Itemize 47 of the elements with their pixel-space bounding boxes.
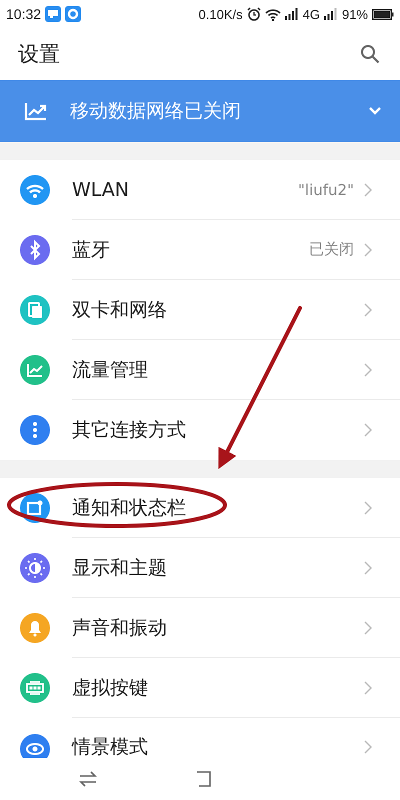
chevron-right-icon — [364, 302, 372, 316]
chevron-right-icon — [364, 740, 372, 754]
item-label: 双卡和网络 — [72, 298, 167, 322]
page-title: 设置 — [18, 41, 60, 68]
item-label: 通知和状态栏 — [72, 496, 186, 520]
chevron-right-icon — [364, 423, 372, 437]
chevron-right-icon — [364, 620, 372, 634]
clock-time: 10:32 — [6, 6, 42, 22]
settings-item[interactable]: WLAN "liufu2" — [0, 160, 400, 220]
battery-icon — [372, 8, 394, 20]
item-label: 情景模式 — [72, 735, 148, 758]
network-type: 4G — [302, 6, 320, 22]
item-label: WLAN — [72, 178, 130, 200]
settings-item[interactable]: 虚拟按键 — [0, 658, 400, 718]
chevron-right-icon — [364, 500, 372, 514]
signal-icon — [324, 8, 338, 20]
settings-item[interactable]: 通知和状态栏 — [0, 478, 400, 538]
network-speed: 0.10K/s — [198, 6, 243, 22]
battery-percent: 91% — [342, 6, 368, 22]
item-value: 已关闭 — [309, 240, 354, 259]
chevron-right-icon — [364, 242, 372, 256]
settings-item[interactable]: 声音和振动 — [0, 598, 400, 658]
item-label: 显示和主题 — [72, 556, 167, 580]
item-label: 声音和振动 — [72, 616, 167, 640]
signal-icon — [284, 8, 299, 20]
settings-item[interactable]: 情景模式 — [0, 718, 400, 758]
chevron-right-icon — [364, 560, 372, 574]
message-icon — [45, 6, 62, 22]
settings-item[interactable]: 流量管理 — [0, 340, 400, 400]
alarm-icon — [246, 7, 261, 21]
ring-app-icon — [65, 6, 82, 22]
settings-item[interactable]: 其它连接方式 — [0, 400, 400, 460]
chevron-right-icon — [364, 182, 372, 196]
wifi-icon — [264, 8, 281, 20]
item-label: 其它连接方式 — [72, 418, 186, 443]
settings-item[interactable]: 双卡和网络 — [0, 280, 400, 340]
settings-item[interactable]: 蓝牙 已关闭 — [0, 220, 400, 280]
banner-text: 移动数据网络已关闭 — [70, 99, 242, 124]
chart-icon — [24, 101, 48, 121]
chevron-right-icon — [364, 680, 372, 694]
settings-item[interactable]: 显示和主题 — [0, 538, 400, 598]
item-label: 蓝牙 — [72, 238, 110, 262]
item-value: "liufu2" — [298, 180, 354, 198]
chevron-down-icon — [368, 106, 382, 116]
item-label: 虚拟按键 — [72, 676, 148, 700]
chevron-right-icon — [364, 362, 372, 376]
item-label: 流量管理 — [72, 358, 148, 382]
